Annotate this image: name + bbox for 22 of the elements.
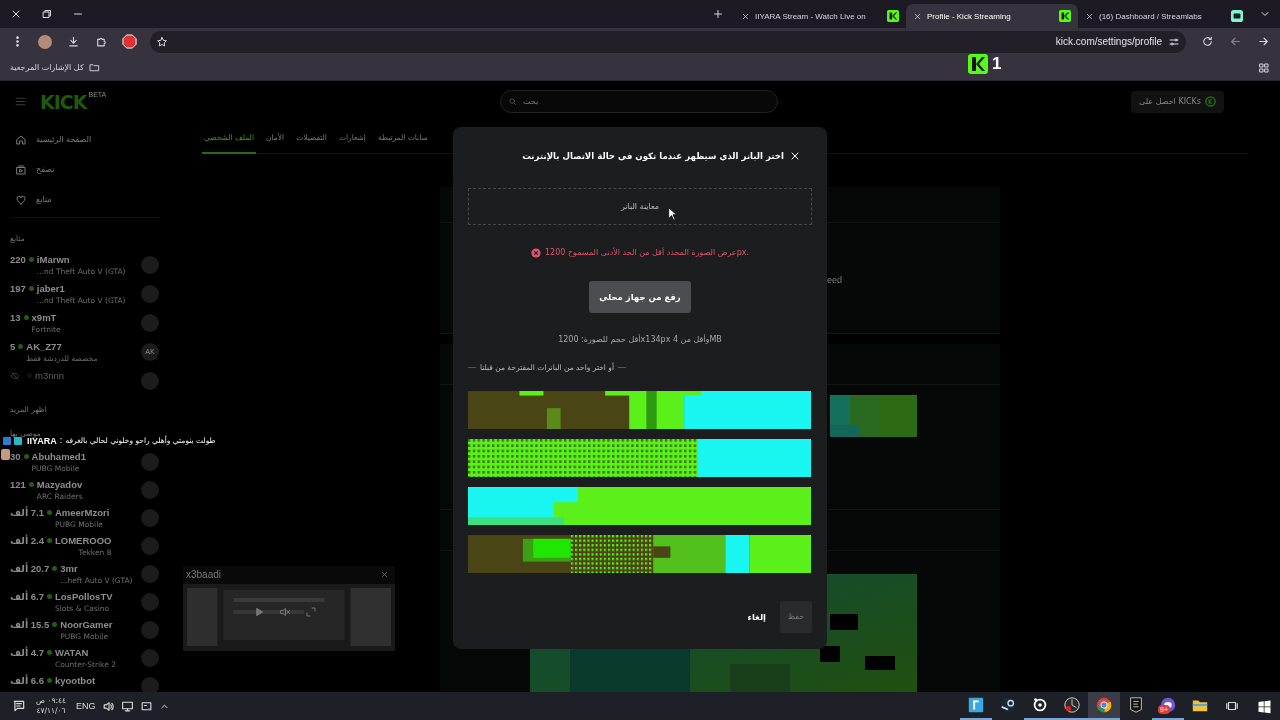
player-title: x3baadi [186,569,223,581]
get-kicks-button[interactable]: احصل على KICKs [1131,90,1224,113]
nav-item[interactable]: تصفح [10,154,159,185]
dialog-title: اختر البانر الذي سيظهر عندما تكون في حالة الاتصال بالإنترنت [521,150,784,161]
counter-text: 1 [992,54,1002,74]
chat-separator: : [59,436,63,446]
language-indicator[interactable]: ENG [76,701,96,711]
address-bar[interactable]: kick.com/settings/profile [150,30,1186,53]
cancel-button[interactable]: إلغاء [745,607,768,626]
browser-tab[interactable]: Profile - Kick Streaming [906,4,1078,28]
browser-tab[interactable]: (16) Dashboard / Streamlabs [1078,4,1250,28]
search-field[interactable]: بحث [500,90,778,114]
error-message: عرض الصورة المحدد أقل من الحد الأدنى المسموح 1200px. [545,248,749,258]
channel-item[interactable]: m3nnn [10,367,159,397]
upload-button[interactable]: رفع من جهاز محلي [589,280,691,313]
bookmark-item[interactable]: كل الإشارات المرجعية [10,62,100,74]
nav-item[interactable]: الصفحة الرئيسية [10,124,159,155]
requirements-text: أقل حجم للصورة: 1200x134px وأقل من 4MB [557,333,723,346]
nav-item[interactable]: متابع [10,184,159,215]
banner-preview: معاينة البانر [468,187,812,225]
browser-tab[interactable]: IIYARA Stream - Watch Live on [734,4,906,28]
setting-label: eed [827,274,843,285]
